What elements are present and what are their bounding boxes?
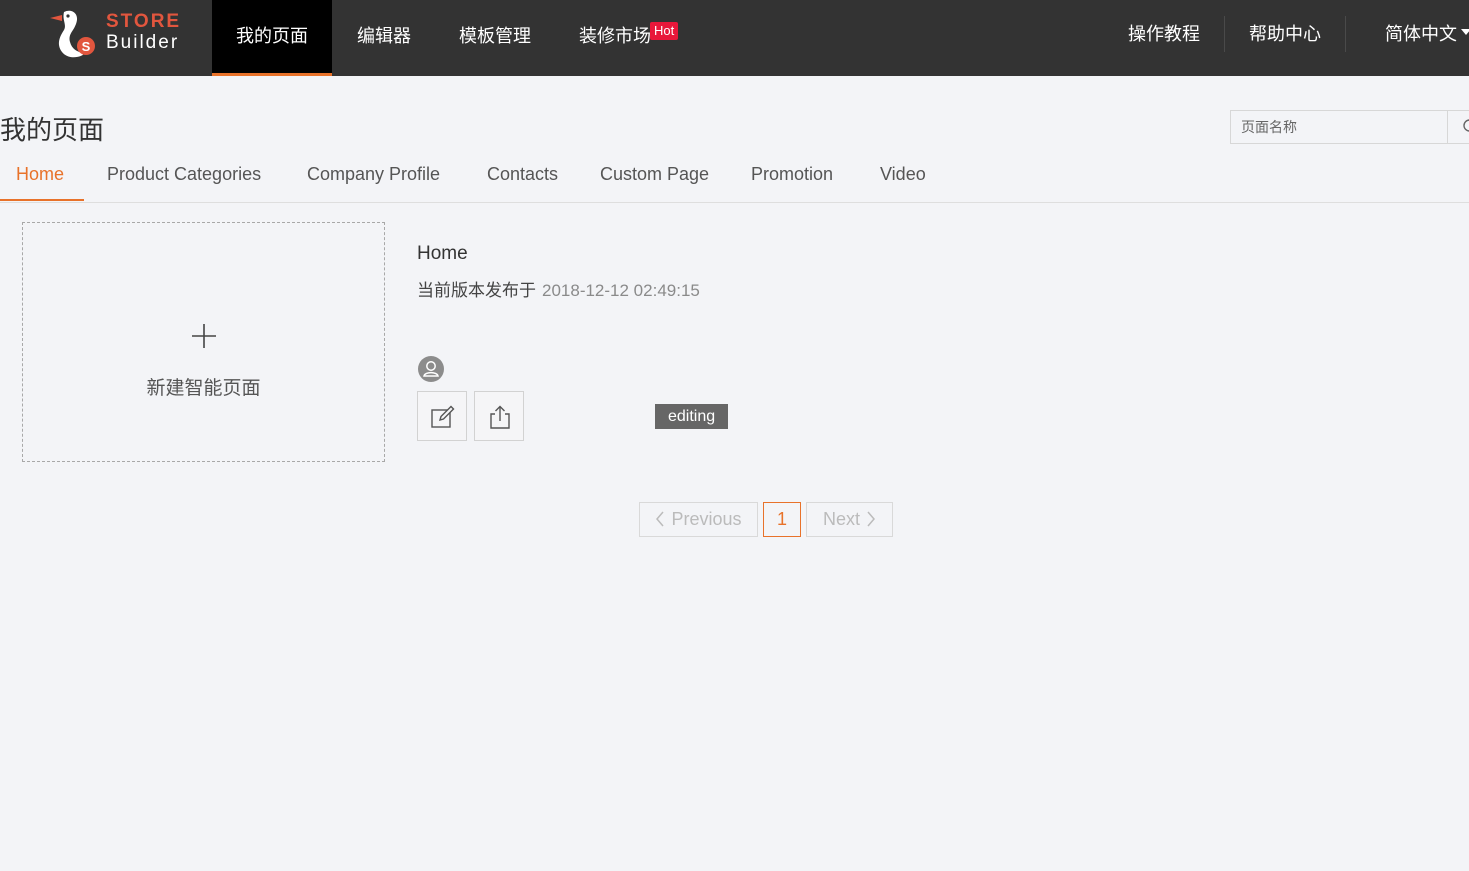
page-item-name: Home: [417, 243, 468, 264]
svg-text:S: S: [82, 39, 91, 54]
nav-item-editor[interactable]: 编辑器: [344, 0, 424, 76]
status-badge: editing: [655, 404, 729, 429]
publish-info: 当前版本发布于 2018-12-12 02:49:15: [417, 276, 700, 301]
chevron-left-icon: [656, 511, 665, 527]
edit-icon: [431, 405, 455, 428]
nav-item-template-management[interactable]: 模板管理: [450, 0, 540, 76]
upload-share-icon: [490, 405, 510, 429]
user-avatar-icon: [418, 356, 444, 382]
search-input[interactable]: [1231, 111, 1447, 143]
nav-item-my-pages[interactable]: 我的页面: [212, 0, 332, 76]
page-type-tabs: Home Product Categories Company Profile …: [0, 150, 1469, 203]
chevron-right-icon: [867, 511, 875, 527]
help-center-link[interactable]: 帮助中心: [1249, 0, 1321, 76]
logo-text-store: STORE: [106, 11, 182, 32]
nav-item-decoration-market[interactable]: 装修市场: [570, 0, 660, 76]
tab-video[interactable]: Video: [880, 150, 926, 199]
next-label: Next: [822, 509, 860, 529]
tab-contacts[interactable]: Contacts: [487, 150, 558, 199]
page-number-button[interactable]: 1: [763, 502, 801, 537]
page-title: 我的页面: [0, 115, 105, 145]
published-label: 当前版本发布于: [417, 281, 536, 300]
store-builder-logo[interactable]: S STORE Builder: [46, 6, 196, 66]
previous-page-button[interactable]: Previous: [639, 502, 758, 537]
goose-logo-icon: S: [50, 10, 95, 58]
hot-badge: Hot: [650, 22, 679, 40]
top-navigation-bar: S STORE Builder 我的页面 编辑器 模板管理 装修市场 Hot 操…: [0, 0, 1469, 76]
tab-product-categories[interactable]: Product Categories: [107, 150, 261, 199]
chevron-down-icon[interactable]: [1461, 29, 1469, 35]
search-button[interactable]: [1447, 111, 1469, 143]
published-time: 2018-12-12 02:49:15: [542, 281, 700, 300]
language-selector[interactable]: 简体中文: [1385, 0, 1457, 76]
tab-company-profile[interactable]: Company Profile: [307, 150, 440, 199]
nav-divider: [1224, 16, 1225, 52]
next-page-button[interactable]: Next: [806, 502, 893, 537]
tab-home[interactable]: Home: [0, 150, 85, 201]
search-icon: [1463, 119, 1469, 132]
tutorial-link[interactable]: 操作教程: [1128, 0, 1200, 76]
plus-icon: [192, 324, 216, 348]
tab-promotion[interactable]: Promotion: [751, 150, 833, 199]
new-smart-page-label: 新建智能页面: [146, 378, 261, 399]
new-smart-page-card[interactable]: 新建智能页面: [22, 222, 385, 462]
logo-text-builder: Builder: [106, 32, 180, 53]
nav-divider: [1345, 16, 1346, 52]
publish-page-button[interactable]: [474, 391, 524, 441]
search-box: [1230, 110, 1469, 144]
edit-page-button[interactable]: [417, 391, 467, 441]
tab-custom-page[interactable]: Custom Page: [600, 150, 709, 199]
previous-label: Previous: [671, 509, 742, 529]
